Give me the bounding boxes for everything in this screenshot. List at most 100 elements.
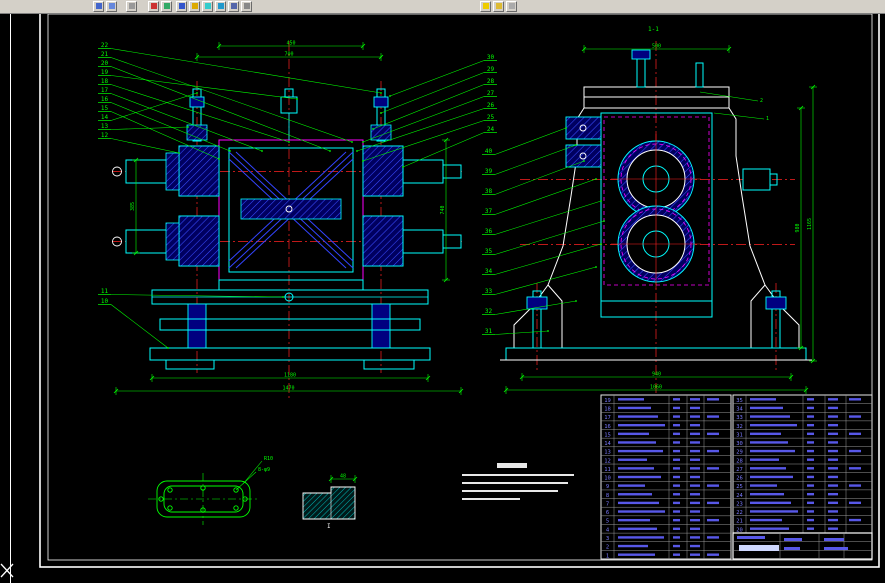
dim-label: 1060	[650, 385, 662, 391]
bom-name-bar	[618, 484, 645, 487]
technical-notes	[462, 463, 574, 500]
sheet-set-icon[interactable]	[493, 1, 504, 12]
zoom-all-icon	[243, 3, 250, 9]
render-icon[interactable]	[148, 1, 159, 12]
zoom-center-icon[interactable]	[228, 1, 239, 12]
leader-line	[110, 304, 169, 349]
housing-right-profile	[728, 107, 766, 286]
bom-row-no: 4	[606, 527, 610, 533]
leader-dot	[329, 150, 331, 152]
bom-name-bar	[618, 527, 657, 530]
leader-dot	[356, 150, 358, 152]
balloon-label: 25	[487, 114, 495, 121]
balloon-label: 38	[485, 188, 493, 195]
bom-name-bar	[618, 544, 648, 548]
3d-views-icon	[108, 3, 115, 9]
bom-row-no: 26	[736, 476, 743, 482]
balloon-label: 18	[101, 78, 109, 85]
bom-row-no: 28	[736, 458, 743, 464]
dim-label: 1165	[807, 218, 813, 230]
zoom-dynamic-icon[interactable]	[202, 1, 213, 12]
base-assembly	[149, 279, 431, 370]
balloon-label: 30	[487, 54, 495, 61]
notes-line-bar	[462, 490, 558, 492]
bom-row-no: 27	[736, 467, 743, 473]
titleblock-text-bar	[784, 538, 802, 541]
bom-name-bar	[618, 406, 651, 410]
leader-line	[380, 72, 485, 114]
bom-row-no: 11	[604, 467, 611, 473]
balloon-label: 13	[101, 123, 109, 130]
leader-line	[713, 112, 765, 120]
workspace-edge	[0, 14, 14, 583]
zoom-scale-icon[interactable]	[215, 1, 226, 12]
bom-name-bar	[618, 432, 649, 436]
balloon-label: 12	[101, 132, 109, 139]
bom-row-no: 5	[606, 519, 609, 525]
roll-gap-hatch	[240, 198, 342, 220]
balloon-label: 29	[487, 66, 495, 73]
leader-line	[110, 93, 263, 152]
bom-name-bar	[618, 518, 650, 522]
named-views-icon[interactable]	[93, 1, 104, 12]
drawing-canvas[interactable]: 1-1 I 45070074038511801470500980 1165940…	[0, 14, 885, 583]
dim-label: 700	[284, 52, 293, 58]
leader-line	[494, 178, 597, 215]
3d-views-icon[interactable]	[106, 1, 117, 12]
balloon-label: 20	[101, 60, 109, 67]
bom-row-no: 32	[736, 424, 743, 430]
leader-dot	[600, 243, 602, 245]
leader-dot	[218, 158, 220, 160]
bom-name-bar	[750, 510, 798, 513]
leader-dot	[402, 166, 404, 168]
bom-row-no: 2	[606, 545, 609, 551]
bom-row-no: 10	[604, 476, 611, 482]
bom-name-bar	[750, 415, 790, 418]
leader-label: 2	[760, 98, 763, 104]
balloon-label: 17	[101, 87, 109, 94]
output-shaft-stub	[742, 168, 778, 191]
camera-icon[interactable]	[126, 1, 137, 12]
gasket-detail	[148, 473, 258, 525]
leader-dot	[583, 160, 585, 162]
section-view: 1-1	[500, 26, 812, 396]
balloon-label: 24	[487, 126, 495, 133]
leader-line	[494, 220, 605, 255]
bom-name-bar	[750, 492, 784, 496]
bom-name-bar	[750, 432, 781, 436]
balloon-label: 33	[485, 288, 493, 295]
balloon-label: 31	[485, 328, 493, 335]
zoom-all-icon[interactable]	[241, 1, 252, 12]
zoom-realtime-icon[interactable]	[176, 1, 187, 12]
bom-name-bar	[618, 475, 661, 479]
bom-row-no: 18	[604, 407, 611, 413]
bom-row-no: 15	[604, 432, 611, 438]
bom-name-bar	[618, 458, 647, 461]
balloon-label: 34	[485, 268, 493, 275]
materials-icon[interactable]	[161, 1, 172, 12]
leader-dot	[600, 200, 602, 202]
dim-label: 740	[440, 205, 446, 214]
bom-name-bar	[750, 406, 783, 410]
zoom-center-icon	[230, 3, 237, 9]
render-icon	[150, 3, 157, 9]
bom-name-bar	[750, 484, 777, 487]
titleblock-text-bar	[824, 547, 848, 550]
bom-name-bar	[618, 553, 655, 556]
leader-dot	[196, 92, 198, 94]
leader-dot	[595, 266, 597, 268]
balloon-label: 26	[487, 102, 495, 109]
bom-row-no: 14	[604, 441, 611, 447]
screw-right	[370, 88, 392, 142]
leader-dot	[351, 141, 353, 143]
zoom-window-icon[interactable]	[189, 1, 200, 12]
tool-palette-icon[interactable]	[480, 1, 491, 12]
bom-row-no: 24	[736, 493, 743, 499]
balloon-label: 21	[101, 51, 109, 58]
balloon-label: 16	[101, 96, 109, 103]
bom-name-bar	[618, 501, 659, 505]
markup-icon[interactable]	[506, 1, 517, 12]
notes-title-bar	[497, 463, 527, 468]
bom-name-bar	[750, 501, 791, 505]
dim-label: 500	[652, 44, 661, 50]
